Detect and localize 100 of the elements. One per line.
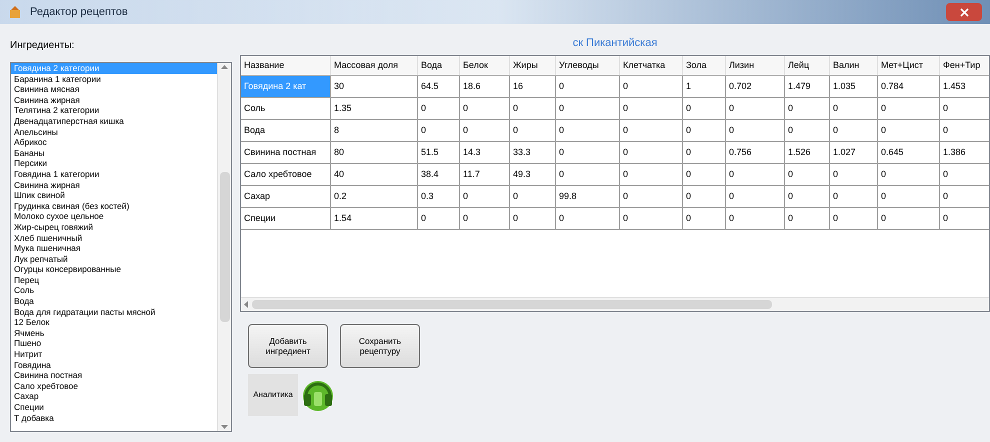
ingredient-item[interactable]: Жир-сырец говяжий: [11, 222, 217, 232]
action-button[interactable]: Добавить ингредиент: [248, 324, 328, 368]
table-cell[interactable]: 0: [620, 208, 683, 229]
table-cell[interactable]: 0: [620, 142, 683, 163]
table-cell[interactable]: 49.3: [510, 164, 556, 185]
table-cell[interactable]: 0: [418, 98, 460, 119]
table-cell[interactable]: 1.35: [331, 98, 418, 119]
table-cell[interactable]: Специи: [241, 208, 331, 229]
ingredient-item[interactable]: Мука пшеничная: [11, 243, 217, 254]
column-header[interactable]: Клетчатка: [623, 58, 666, 72]
table-cell[interactable]: 0: [510, 120, 556, 141]
table-cell[interactable]: 64.5: [418, 76, 460, 97]
column-header[interactable]: Массовая доля: [334, 58, 398, 72]
table-cell[interactable]: 0: [878, 164, 940, 185]
column-header[interactable]: Лизин: [729, 58, 754, 72]
table-cell[interactable]: 0: [510, 186, 556, 207]
scrollbar-thumb[interactable]: [220, 172, 230, 322]
table-cell[interactable]: 0: [830, 164, 878, 185]
ingredient-item[interactable]: Баранина 1 категории: [11, 74, 217, 84]
table-cell[interactable]: 1.453: [940, 76, 989, 97]
table-cell[interactable]: 0: [418, 120, 460, 141]
ingredient-item[interactable]: Свинина постная: [11, 370, 217, 381]
table-cell[interactable]: Свинина постная: [241, 142, 331, 163]
horizontal-scrollbar[interactable]: [241, 297, 989, 311]
table-cell[interactable]: 0: [683, 98, 726, 119]
ingredient-item[interactable]: Сахар: [11, 391, 217, 402]
column-header[interactable]: Валин: [833, 58, 860, 72]
table-cell[interactable]: 0.645: [878, 142, 940, 163]
column-header[interactable]: Вода: [421, 58, 442, 72]
table-cell[interactable]: 0: [556, 142, 620, 163]
ingredient-item[interactable]: Персики: [11, 158, 217, 169]
ingredient-item[interactable]: Говядина 1 категории: [11, 168, 217, 180]
table-cell[interactable]: 0.784: [878, 76, 940, 97]
table-cell[interactable]: 99.8: [556, 186, 620, 207]
ingredient-item[interactable]: Говядина: [11, 360, 217, 370]
table-cell[interactable]: 0: [940, 186, 989, 207]
table-cell[interactable]: 0: [556, 76, 620, 97]
table-cell[interactable]: 0: [683, 186, 726, 207]
table-cell[interactable]: 1.027: [830, 142, 878, 163]
ingredient-item[interactable]: Апельсины: [11, 126, 217, 138]
table-cell[interactable]: Сало хребтовое: [241, 164, 331, 185]
table-cell[interactable]: 0: [940, 120, 989, 141]
ingredient-item[interactable]: Хлеб пшеничный: [11, 232, 217, 244]
ingredient-item[interactable]: Ячмень: [11, 328, 217, 338]
table-cell[interactable]: 0: [726, 98, 785, 119]
ingredient-item[interactable]: Свинина жирная: [11, 180, 217, 190]
column-header[interactable]: Белок: [463, 58, 488, 72]
table-cell[interactable]: 0: [683, 208, 726, 229]
table-cell[interactable]: 14.3: [460, 142, 510, 163]
table-cell[interactable]: 1.386: [940, 142, 989, 163]
table-cell[interactable]: 0: [830, 208, 878, 229]
column-header[interactable]: Жиры: [513, 58, 538, 72]
table-cell[interactable]: 0: [940, 208, 989, 229]
table-cell[interactable]: 18.6: [460, 76, 510, 97]
table-cell[interactable]: 0: [830, 98, 878, 119]
ingredient-item[interactable]: Свинина жирная: [11, 94, 217, 106]
table-cell[interactable]: 1.035: [830, 76, 878, 97]
table-cell[interactable]: 0: [460, 98, 510, 119]
ingredient-item[interactable]: Специи: [11, 402, 217, 413]
ingredient-item[interactable]: Молоко сухое цельное: [11, 211, 217, 222]
ingredient-item[interactable]: Вода: [11, 296, 217, 307]
table-cell[interactable]: 0: [620, 164, 683, 185]
table-cell[interactable]: 0: [726, 120, 785, 141]
table-cell[interactable]: 0: [785, 98, 830, 119]
table-cell[interactable]: 0: [556, 98, 620, 119]
ingredient-item[interactable]: Т добавка: [11, 412, 217, 424]
table-cell[interactable]: 0: [683, 164, 726, 185]
column-header[interactable]: Зола: [686, 58, 707, 72]
ingredient-item[interactable]: Свинина мясная: [11, 84, 217, 95]
table-cell[interactable]: Сахар: [241, 186, 331, 207]
column-header[interactable]: Мет+Цист: [881, 58, 923, 72]
table-cell[interactable]: 0: [785, 120, 830, 141]
table-cell[interactable]: Соль: [241, 98, 331, 119]
table-cell[interactable]: 0: [556, 164, 620, 185]
table-cell[interactable]: 0: [940, 98, 989, 119]
column-header[interactable]: Лейц: [788, 58, 810, 72]
table-cell[interactable]: 8: [331, 120, 418, 141]
scrollbar-thumb[interactable]: [252, 300, 772, 309]
table-cell[interactable]: 1.479: [785, 76, 830, 97]
ingredient-item[interactable]: Сало хребтовое: [11, 380, 217, 392]
ingredient-item[interactable]: Шпик свиной: [11, 190, 217, 201]
ingredient-item[interactable]: Пшено: [11, 338, 217, 350]
table-cell[interactable]: 0: [830, 120, 878, 141]
table-cell[interactable]: 0: [556, 208, 620, 229]
table-cell[interactable]: 0: [460, 120, 510, 141]
vertical-scrollbar[interactable]: [217, 63, 231, 431]
table-cell[interactable]: 0: [726, 164, 785, 185]
table-cell[interactable]: 0: [620, 186, 683, 207]
ingredient-item[interactable]: Телятина 2 категории: [11, 105, 217, 116]
column-header[interactable]: Углеводы: [559, 58, 599, 72]
table-cell[interactable]: 51.5: [418, 142, 460, 163]
table-cell[interactable]: 0: [510, 98, 556, 119]
table-cell[interactable]: 16: [510, 76, 556, 97]
ingredient-item[interactable]: Бананы: [11, 148, 217, 158]
table-cell[interactable]: 38.4: [418, 164, 460, 185]
table-cell[interactable]: 0: [418, 208, 460, 229]
table-cell[interactable]: 0: [785, 186, 830, 207]
ingredient-item[interactable]: Двенадцатиперстная кишка: [11, 116, 217, 127]
table-cell[interactable]: 40: [331, 164, 418, 185]
table-cell[interactable]: 0: [620, 76, 683, 97]
